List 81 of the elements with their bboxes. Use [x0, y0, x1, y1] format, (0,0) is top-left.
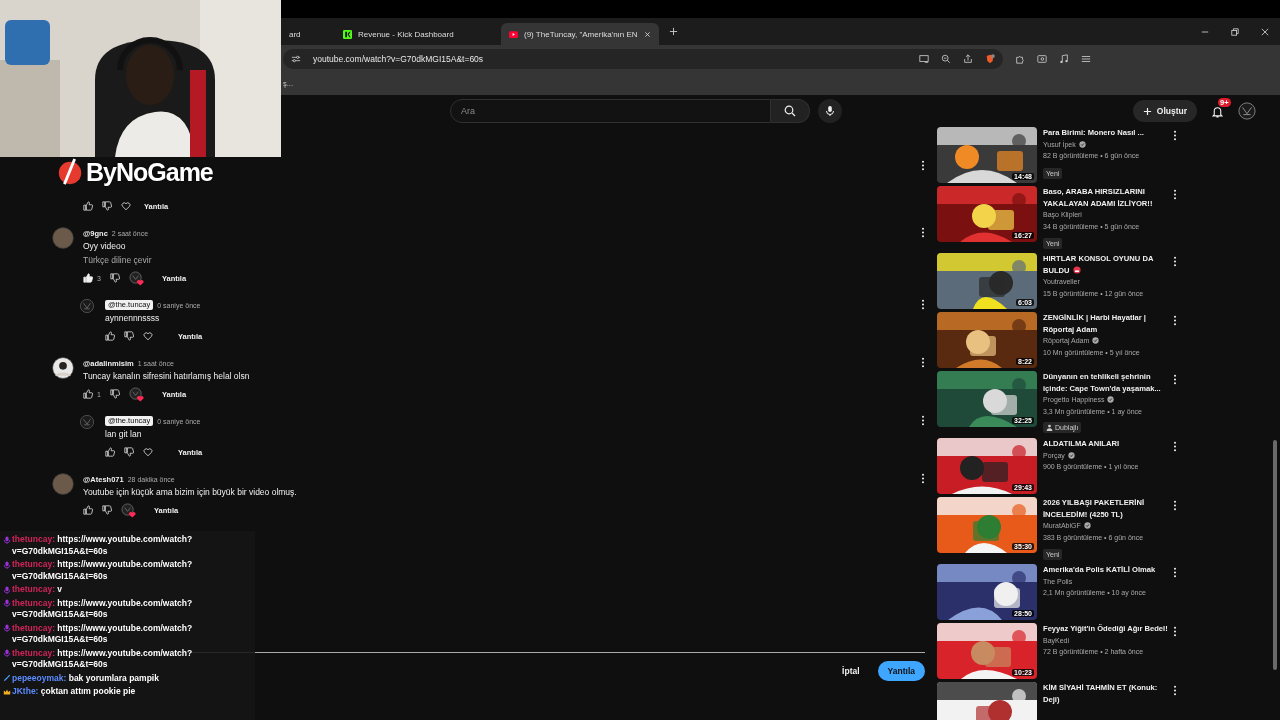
like-icon[interactable]: [83, 273, 93, 283]
cancel-button[interactable]: İptal: [836, 665, 866, 677]
avatar[interactable]: [52, 357, 74, 379]
reply-button[interactable]: Yantıla: [877, 661, 925, 681]
more-icon[interactable]: [1173, 256, 1177, 267]
comment-text: lan git lan: [105, 428, 143, 441]
cast-icon[interactable]: [919, 53, 929, 64]
search-field[interactable]: Ara: [450, 99, 771, 123]
dislike-icon[interactable]: [109, 389, 120, 399]
search-icon: [784, 105, 796, 117]
browser-tab[interactable]: Revenue - Kick Dashboard: [335, 23, 501, 45]
microphone-icon: [3, 560, 11, 569]
microphone-icon: [3, 585, 11, 594]
address-field[interactable]: youtube.com/watch?v=G70dkMGI15A&t=60s: [283, 48, 1003, 69]
browser-tab[interactable]: ard: [281, 23, 335, 45]
microphone-icon: [3, 535, 11, 544]
more-icon[interactable]: [1173, 567, 1177, 578]
wallet-icon[interactable]: [1037, 53, 1047, 64]
more-icon[interactable]: [921, 160, 925, 171]
heart-icon[interactable]: [143, 331, 153, 341]
create-button[interactable]: Oluştur: [1132, 100, 1197, 122]
chat-message: thetuncay: v: [12, 584, 63, 596]
more-icon[interactable]: [921, 357, 925, 368]
translate-link[interactable]: Türkçe diline çevir: [83, 253, 911, 267]
dislike-icon[interactable]: [102, 505, 112, 515]
menu-icon[interactable]: [1081, 53, 1091, 64]
dislike-icon[interactable]: [102, 201, 112, 211]
more-icon[interactable]: [1173, 130, 1177, 141]
more-icon[interactable]: [921, 299, 925, 310]
scrollbar[interactable]: [1273, 440, 1277, 670]
more-icon[interactable]: [1173, 441, 1177, 452]
zoom-icon[interactable]: [941, 53, 951, 64]
more-icon[interactable]: [921, 227, 925, 238]
like-icon[interactable]: [83, 505, 93, 515]
like-icon[interactable]: [83, 389, 93, 399]
chat-message: JKthe: çoktan attım pookie pie: [12, 686, 136, 698]
music-icon[interactable]: [1059, 53, 1069, 64]
like-icon[interactable]: [105, 447, 115, 457]
more-icon[interactable]: [921, 415, 925, 426]
like-icon[interactable]: [105, 331, 115, 341]
comment-text: Oyy videoo: [83, 240, 127, 253]
dislike-icon[interactable]: [124, 447, 134, 457]
like-icon[interactable]: [83, 201, 93, 211]
person-icon: [1046, 424, 1053, 431]
site-icon: [343, 29, 352, 39]
microphone-icon: [3, 599, 11, 608]
microphone-icon: [824, 105, 836, 117]
close-icon[interactable]: [1261, 27, 1269, 36]
heart-icon[interactable]: [121, 201, 131, 211]
comment-text: aynnennnssss: [105, 312, 161, 325]
heart-icon[interactable]: [143, 447, 153, 457]
close-icon[interactable]: [644, 30, 651, 38]
more-icon[interactable]: [1173, 374, 1177, 385]
more-icon[interactable]: [1173, 315, 1177, 326]
shield-icon[interactable]: [985, 53, 995, 64]
microphone-icon: [3, 649, 11, 658]
restore-icon[interactable]: [1231, 27, 1239, 36]
microphone-icon: [3, 624, 11, 633]
bell-icon[interactable]: [1211, 104, 1224, 118]
more-icon[interactable]: [1173, 685, 1177, 696]
more-icon[interactable]: [1173, 500, 1177, 511]
search-button[interactable]: [771, 99, 810, 123]
comment-text: Tuncay kanalın sifresini hatırlamış helal olsn: [83, 370, 251, 383]
more-icon[interactable]: [1173, 626, 1177, 637]
microphone-button[interactable]: [818, 99, 842, 123]
share-icon[interactable]: [963, 53, 973, 64]
new-tab-icon[interactable]: [669, 27, 678, 36]
pen-icon: [3, 674, 11, 683]
chat-message: pepeeoymak: bak yorumlara pampik: [12, 672, 159, 684]
plus-icon: [1142, 106, 1152, 116]
more-icon[interactable]: [921, 473, 925, 484]
dislike-icon[interactable]: [124, 331, 134, 341]
logo-text: ByNoGame: [86, 157, 213, 187]
play-icon: [509, 29, 518, 39]
browser-tab[interactable]: (9) TheTuncay, "Amerika'nın EN: [501, 23, 659, 45]
extensions-icon[interactable]: [1015, 53, 1025, 64]
dislike-icon[interactable]: [109, 273, 120, 283]
comment-text: Youtube için küçük ama bizim için büyük bir video olmuş.: [83, 486, 298, 499]
more-icon[interactable]: [1173, 189, 1177, 200]
site-settings-icon[interactable]: [291, 53, 301, 64]
logo-icon: [56, 157, 84, 187]
